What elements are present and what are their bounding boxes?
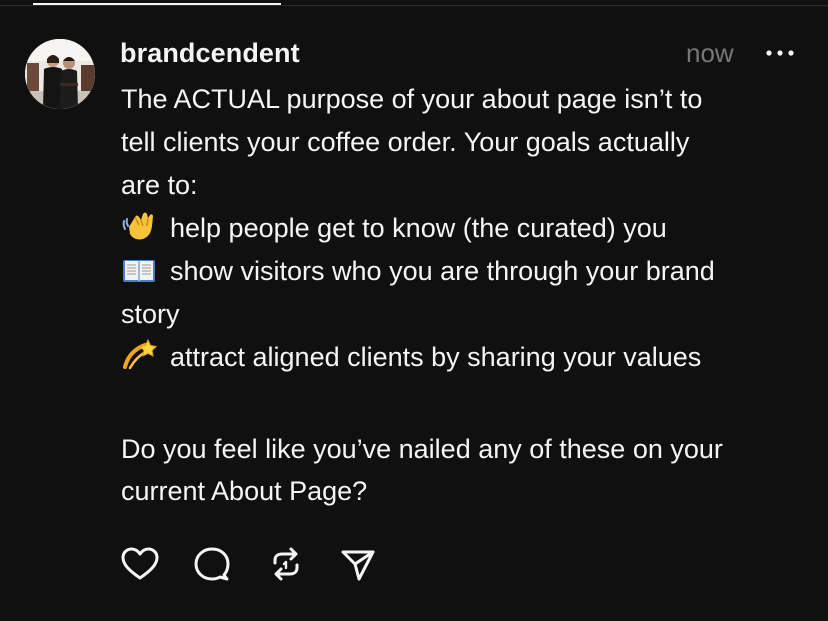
share-button[interactable] [336, 542, 380, 586]
comment-bubble-icon [194, 547, 230, 581]
list-item-text: attract aligned clients by sharing your … [170, 342, 702, 372]
post-text-line: tell clients your coffee order. Your goa… [121, 127, 690, 157]
post-text-line: are to: [121, 170, 198, 200]
post-timestamp: now [686, 38, 734, 68]
like-button[interactable] [118, 542, 162, 586]
list-item: attract aligned clients by sharing your … [121, 336, 821, 379]
post-text-line: current About Page? [121, 476, 368, 506]
username[interactable]: brandcendent [120, 36, 300, 70]
list-item-text: help people get to know (the curated) yo… [170, 213, 667, 243]
repost-icon [273, 547, 299, 581]
dizzy-star-icon [121, 337, 157, 371]
post-text-line: The ACTUAL purpose of your about page is… [121, 84, 703, 114]
repost-button[interactable] [264, 542, 308, 586]
list-item: help people get to know (the curated) yo… [121, 207, 821, 250]
list-item-text: show visitors who you are through your b… [170, 256, 715, 286]
more-icon [766, 50, 794, 56]
list-item-text-continued: story [121, 299, 180, 329]
post-text-line: Do you feel like you’ve nailed any of th… [121, 434, 723, 464]
avatar[interactable] [25, 39, 95, 109]
list-item: show visitors who you are through your b… [121, 250, 821, 293]
send-icon [341, 550, 375, 581]
heart-icon [121, 547, 159, 580]
waving-hand-icon [121, 208, 157, 242]
top-divider [0, 5, 828, 6]
open-book-icon [121, 255, 157, 285]
reply-button[interactable] [190, 542, 234, 586]
more-options-button[interactable] [762, 36, 798, 70]
post-text: The ACTUAL purpose of your about page is… [121, 78, 821, 512]
